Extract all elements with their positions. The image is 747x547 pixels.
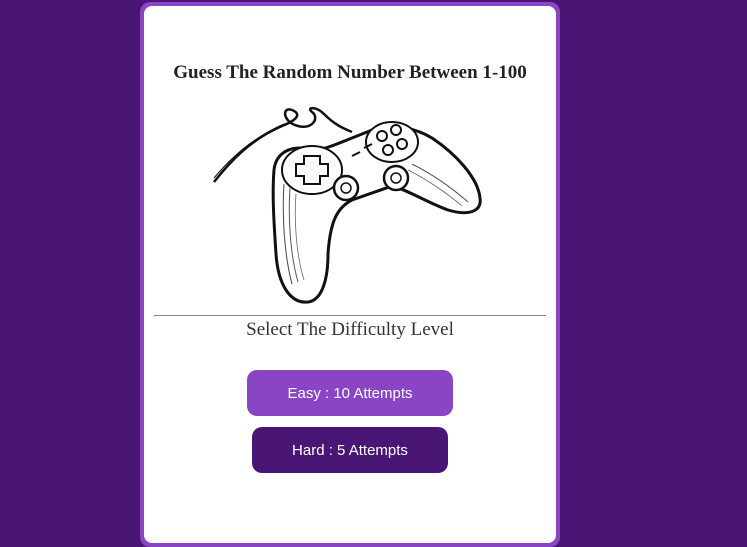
page-title: Guess The Random Number Between 1-100 xyxy=(173,62,527,83)
difficulty-heading: Select The Difficulty Level xyxy=(246,319,454,340)
game-controller-icon xyxy=(213,106,482,304)
game-card: Guess The Random Number Between 1-100 Se… xyxy=(144,6,556,543)
game-card-border: Guess The Random Number Between 1-100 Se… xyxy=(140,2,560,547)
divider xyxy=(154,315,546,316)
easy-difficulty-button[interactable]: Easy : 10 Attempts xyxy=(247,370,453,416)
hard-difficulty-button[interactable]: Hard : 5 Attempts xyxy=(252,427,448,473)
